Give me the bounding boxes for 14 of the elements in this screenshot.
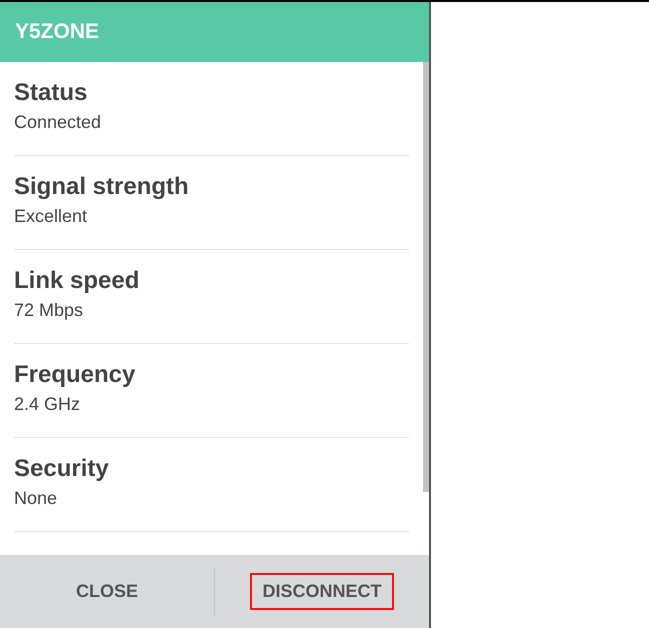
field-label: Link speed bbox=[14, 266, 140, 296]
field-label: Security bbox=[14, 454, 110, 484]
dialog-button[interactable]: DISCONNECT bbox=[250, 573, 394, 610]
field-label: Frequency bbox=[14, 360, 136, 390]
field-label: Status bbox=[14, 78, 88, 108]
field-value: 2.4 GHz bbox=[14, 392, 82, 416]
field-value: 72 Mbps bbox=[14, 298, 84, 322]
field-label: Signal strength bbox=[14, 172, 190, 202]
dialog-button[interactable]: CLOSE bbox=[64, 573, 150, 610]
field-value: None bbox=[14, 486, 58, 510]
scrollbar[interactable] bbox=[423, 62, 429, 492]
dialog-title: Y5ZONE bbox=[15, 19, 100, 46]
field-value: Excellent bbox=[14, 204, 88, 228]
field-value: Connected bbox=[14, 110, 102, 134]
